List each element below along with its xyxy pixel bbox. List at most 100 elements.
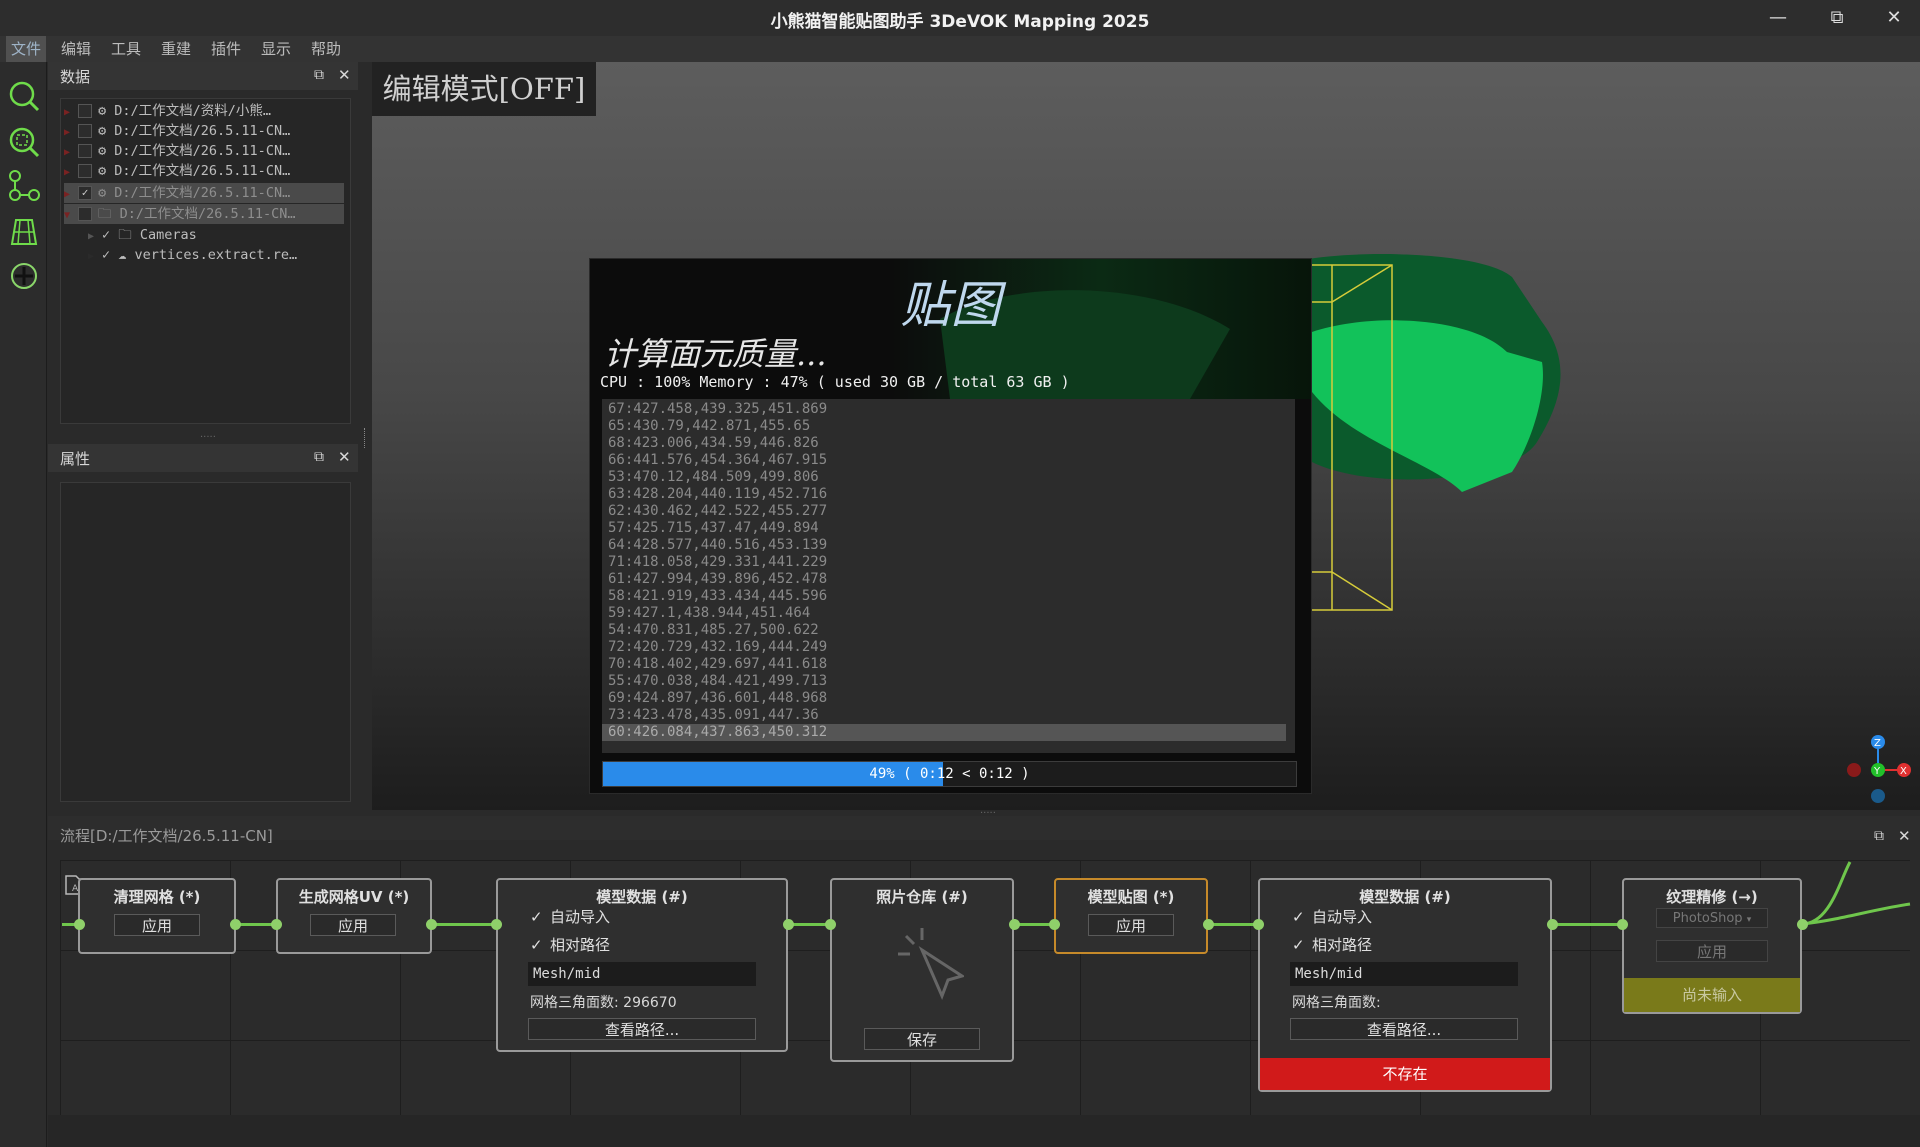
flow-wire <box>236 923 276 926</box>
log-list[interactable]: 67:427.458,439.325,451.869 65:430.79,442… <box>602 399 1295 753</box>
tree-item[interactable]: ▼ 🗀 D:/工作文档/26.5.11-CN… <box>64 204 344 224</box>
tree-item[interactable]: ▶ ⚙ D:/工作文档/26.5.11-CN… <box>64 141 344 161</box>
log-line: 65:430.79,442.871,455.65 <box>608 418 811 434</box>
node-model-data[interactable]: 模型数据 (#) ✓ 自动导入 ✓ 相对路径 Mesh/mid 网格三角面数: 查看… <box>1258 878 1552 1092</box>
tree-item[interactable]: ▶ ⚙ D:/工作文档/26.5.11-CN… <box>64 161 344 181</box>
apply-button[interactable]: 应用 <box>114 914 200 936</box>
node-photo-repository[interactable]: 照片仓库 (#) 保存 <box>830 878 1014 1062</box>
menu-display[interactable]: 显示 <box>256 36 296 62</box>
mesh-grid-icon[interactable] <box>6 214 42 250</box>
apply-button[interactable]: 应用 <box>310 914 396 936</box>
tree-item[interactable]: ▶ ⚙ D:/工作文档/资料/小熊… <box>64 101 344 121</box>
log-line: 66:441.576,454.364,467.915 <box>608 452 828 468</box>
menu-help[interactable]: 帮助 <box>306 36 346 62</box>
log-line: 59:427.1,438.944,451.464 <box>608 605 811 621</box>
node-port[interactable] <box>271 919 282 930</box>
tree-item[interactable]: ▶ ✓ ⚙ D:/工作文档/26.5.11-CN… <box>64 183 344 203</box>
window-title: 小熊猫智能贴图助手 3DeVOK Mapping 2025 <box>770 12 1150 32</box>
menu-file[interactable]: 文件 <box>6 36 47 62</box>
node-port[interactable] <box>1203 919 1214 930</box>
zoom-fit-icon[interactable] <box>6 124 42 160</box>
svg-text:X: X <box>1900 766 1907 777</box>
node-port[interactable] <box>74 919 85 930</box>
triangle-count: 网格三角面数: <box>1292 995 1381 1011</box>
node-title: 清理网格 (*) <box>113 888 201 906</box>
node-model-texture[interactable]: 模型贴图 (*) 应用 <box>1054 878 1208 954</box>
node-port[interactable] <box>1617 919 1628 930</box>
tree-child-item[interactable]: ▶ ✓ ☁ vertices.extract.re… <box>88 245 344 265</box>
mesh-icon: ⚙ <box>98 123 107 139</box>
splitter-handle[interactable] <box>364 428 369 448</box>
apply-button[interactable]: 应用 <box>1656 940 1768 962</box>
node-port[interactable] <box>491 919 502 930</box>
close-panel-icon[interactable]: ✕ <box>338 448 351 466</box>
tree-item[interactable]: ▶ ⚙ D:/工作文档/26.5.11-CN… <box>64 121 344 141</box>
view-path-button[interactable]: 查看路径... <box>528 1018 756 1040</box>
node-title: 模型数据 (#) <box>1359 888 1451 906</box>
status-no-input: 尚未输入 <box>1624 978 1800 1012</box>
node-graph-icon[interactable] <box>6 168 42 204</box>
close-button[interactable]: ✕ <box>1874 4 1914 32</box>
menu-reconstruct[interactable]: 重建 <box>156 36 196 62</box>
properties-body <box>60 482 351 802</box>
save-button[interactable]: 保存 <box>864 1028 980 1050</box>
auto-import-checkbox[interactable]: ✓ 自动导入 <box>530 906 610 927</box>
node-title: 模型数据 (#) <box>596 888 688 906</box>
float-panel-icon[interactable]: ⧉ <box>1874 828 1884 844</box>
node-model-data[interactable]: 模型数据 (#) ✓ 自动导入 ✓ 相对路径 Mesh/mid 网格三角面数: 29… <box>496 878 788 1052</box>
data-panel-header <box>48 62 358 90</box>
node-clean-mesh[interactable]: 清理网格 (*) 应用 <box>78 878 236 954</box>
mesh-icon: ⚙ <box>98 163 107 179</box>
node-port[interactable] <box>1009 919 1020 930</box>
float-panel-icon[interactable]: ⧉ <box>314 67 324 83</box>
node-port[interactable] <box>230 919 241 930</box>
node-port[interactable] <box>783 919 794 930</box>
progress-bar: 49% ( 0:12 < 0:12 ) <box>602 761 1297 787</box>
log-line: 63:428.204,440.119,452.716 <box>608 486 828 502</box>
flow-panel-header <box>48 816 1920 840</box>
apply-button[interactable]: 应用 <box>1088 914 1174 936</box>
data-panel-title: 数据 <box>60 68 91 86</box>
cloud-icon: ☁ <box>118 247 127 263</box>
node-port[interactable] <box>825 919 836 930</box>
log-line: 73:423.478,435.091,447.36 <box>608 707 819 723</box>
editor-dropdown[interactable]: PhotoShop ▾ <box>1656 908 1768 928</box>
dialog-task: 计算面元质量... <box>604 335 827 373</box>
node-texture-refine[interactable]: 纹理精修 (→) PhotoShop ▾ 应用 尚未输入 <box>1622 878 1802 1014</box>
restore-button[interactable]: ⧉ <box>1817 4 1857 32</box>
node-generate-uv[interactable]: 生成网格UV (*) 应用 <box>276 878 432 954</box>
auto-import-checkbox[interactable]: ✓ 自动导入 <box>1292 906 1372 927</box>
log-line: 61:427.994,439.896,452.478 <box>608 571 828 587</box>
relative-path-checkbox[interactable]: ✓ 相对路径 <box>1292 934 1372 955</box>
node-port[interactable] <box>1253 919 1264 930</box>
node-port[interactable] <box>426 919 437 930</box>
menu-edit[interactable]: 编辑 <box>56 36 96 62</box>
float-panel-icon[interactable]: ⧉ <box>314 449 324 465</box>
status-bar <box>48 1115 1920 1147</box>
search-icon[interactable] <box>6 78 42 114</box>
resource-status: CPU : 100% Memory : 47% ( used 30 GB / t… <box>600 373 1070 391</box>
tree-child-item[interactable]: ▶ ✓ 🗀 Cameras <box>88 225 344 245</box>
progress-text: 49% ( 0:12 < 0:12 ) <box>869 766 1030 782</box>
node-port[interactable] <box>1547 919 1558 930</box>
close-panel-icon[interactable]: ✕ <box>1898 827 1911 845</box>
mesh-path-field[interactable]: Mesh/mid <box>528 962 756 986</box>
triangle-count: 网格三角面数: 296670 <box>530 995 677 1011</box>
menu-plugins[interactable]: 插件 <box>206 36 246 62</box>
menu-tools[interactable]: 工具 <box>106 36 146 62</box>
node-port[interactable] <box>1049 919 1060 930</box>
flow-wire <box>1801 861 1911 926</box>
log-line: 72:420.729,432.169,444.249 <box>608 639 828 655</box>
minimize-button[interactable]: — <box>1758 4 1798 32</box>
log-line: 69:424.897,436.601,448.968 <box>608 690 828 706</box>
axis-gizmo-icon[interactable]: Z Y X <box>1838 730 1918 810</box>
close-panel-icon[interactable]: ✕ <box>338 66 351 84</box>
view-path-button[interactable]: 查看路径... <box>1290 1018 1518 1040</box>
node-port[interactable] <box>1797 919 1808 930</box>
relative-path-checkbox[interactable]: ✓ 相对路径 <box>530 934 610 955</box>
splitter-handle[interactable]: ····· <box>200 432 216 443</box>
mesh-path-field[interactable]: Mesh/mid <box>1290 962 1518 986</box>
properties-panel-header <box>48 444 358 472</box>
move-icon[interactable] <box>6 258 42 294</box>
log-line: 67:427.458,439.325,451.869 <box>608 401 828 417</box>
